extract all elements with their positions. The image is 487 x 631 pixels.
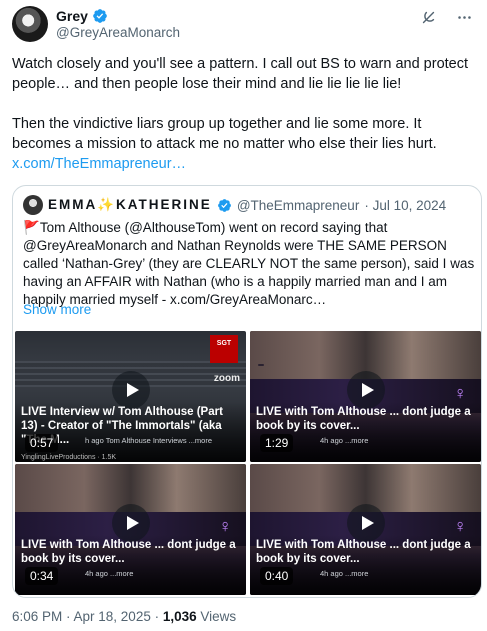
- video-tile[interactable]: ♀ LIVE with Tom Althouse ... dont judge …: [15, 464, 246, 595]
- channel-logo-icon: ♀: [453, 383, 468, 403]
- zoom-logo-icon: zoom: [213, 373, 240, 384]
- video-duration: 0:34: [25, 567, 59, 585]
- video-title: LIVE with Tom Althouse ... dont judge a …: [256, 406, 471, 432]
- channel-logo-icon: SGT: [210, 335, 238, 363]
- video-channel: YinglingLiveProductions · 1.5K: [21, 454, 117, 461]
- play-icon[interactable]: [111, 503, 150, 542]
- quoted-tweet[interactable]: EMMA✨KATHERINE @TheEmmapreneur · Jul 10,…: [12, 185, 482, 598]
- video-title: LIVE with Tom Althouse ... dont judge a …: [21, 539, 236, 565]
- tweet-link[interactable]: x.com/TheEmmapreneur…: [12, 156, 186, 172]
- tweet-footer: 6:06 PM · Apr 18, 2025 · 1,036 Views: [12, 609, 236, 624]
- quote-display-name[interactable]: EMMA✨KATHERINE: [48, 197, 212, 213]
- views-count: 1,036: [162, 609, 197, 624]
- play-icon[interactable]: [346, 370, 385, 409]
- views-label: Views: [196, 609, 237, 624]
- more-icon[interactable]: [455, 8, 473, 26]
- video-subtitle: 4h ago ...more: [85, 569, 134, 578]
- grok-icon[interactable]: [419, 8, 437, 26]
- timestamp[interactable]: 6:06 PM · Apr 18, 2025 ·: [12, 609, 163, 624]
- tweet-paragraph-1: Watch closely and you'll see a pattern. …: [12, 56, 468, 92]
- video-subtitle: h ago Tom Althouse Interviews ...more: [85, 436, 213, 445]
- video-duration: 0:57: [25, 434, 59, 452]
- quote-text-body: Tom Althouse (@AlthouseTom) went on reco…: [23, 220, 475, 307]
- quote-verified-badge-icon: [217, 198, 231, 212]
- header-actions: [419, 8, 473, 26]
- author-handle[interactable]: @GreyAreaMonarch: [56, 25, 180, 40]
- video-tile[interactable]: SGT zoom LIVE Interview w/ Tom Althouse …: [15, 331, 246, 462]
- display-name[interactable]: Grey: [56, 8, 88, 24]
- play-icon[interactable]: [111, 370, 150, 409]
- play-icon[interactable]: [346, 503, 385, 542]
- red-flag-icon: 🚩: [23, 220, 40, 235]
- author-name-row: Grey: [56, 8, 108, 24]
- video-grid: SGT zoom LIVE Interview w/ Tom Althouse …: [15, 331, 481, 595]
- quote-text: 🚩Tom Althouse (@AlthouseTom) went on rec…: [23, 219, 475, 309]
- video-title: LIVE with Tom Althouse ... dont judge a …: [256, 539, 471, 565]
- video-subtitle: 4h ago ...more: [320, 436, 369, 445]
- quote-handle[interactable]: @TheEmmapreneur: [237, 198, 360, 213]
- video-duration: 1:29: [260, 434, 294, 452]
- video-tile[interactable]: ♀ LIVE with Tom Althouse ... dont judge …: [250, 464, 481, 595]
- verified-badge-icon: [93, 9, 107, 23]
- tweet-paragraph-2: Then the vindictive liars group up toget…: [12, 114, 478, 154]
- avatar[interactable]: [12, 6, 48, 42]
- quote-avatar[interactable]: [23, 195, 43, 215]
- channel-logo-icon: ♀: [218, 516, 233, 536]
- video-tile[interactable]: ♀ LIVE with Tom Althouse ... dont judge …: [250, 331, 481, 462]
- video-duration: 0:40: [260, 567, 294, 585]
- tweet: Grey @GreyAreaMonarch Watch closely and …: [0, 0, 487, 631]
- quote-date[interactable]: · Jul 10, 2024: [364, 198, 446, 213]
- show-more-link[interactable]: Show more: [23, 302, 91, 317]
- quote-header: EMMA✨KATHERINE @TheEmmapreneur · Jul 10,…: [23, 195, 446, 215]
- channel-logo-icon: ♀: [453, 516, 468, 536]
- tweet-text: Watch closely and you'll see a pattern. …: [12, 54, 478, 174]
- tweet-paragraph-2-text: Then the vindictive liars group up toget…: [12, 116, 437, 152]
- video-subtitle: 4h ago ...more: [320, 569, 369, 578]
